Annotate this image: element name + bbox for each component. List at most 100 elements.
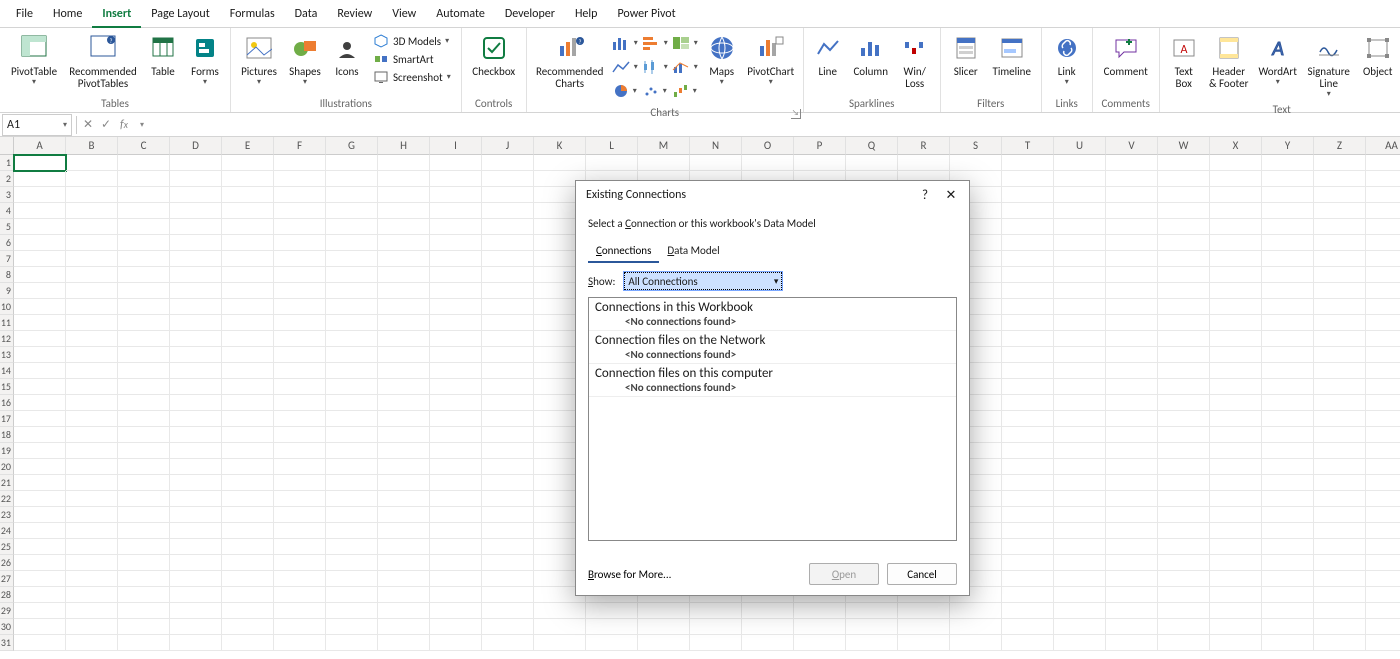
cell[interactable]: [742, 619, 794, 635]
cell[interactable]: [1262, 523, 1314, 539]
cell[interactable]: [1158, 619, 1210, 635]
cell[interactable]: [482, 299, 534, 315]
cell[interactable]: [66, 619, 118, 635]
cell[interactable]: [170, 155, 222, 171]
cell[interactable]: [1002, 619, 1054, 635]
cell[interactable]: [118, 299, 170, 315]
column-header[interactable]: E: [222, 137, 274, 155]
cell[interactable]: [1002, 347, 1054, 363]
cell[interactable]: [1262, 443, 1314, 459]
cell[interactable]: [66, 491, 118, 507]
row-header[interactable]: 19: [0, 443, 14, 459]
cell[interactable]: [690, 155, 742, 171]
waterfall-chart-button[interactable]: ▾: [671, 80, 699, 102]
smartart-button[interactable]: SmartArt: [369, 50, 455, 68]
cell[interactable]: [118, 443, 170, 459]
cell[interactable]: [482, 187, 534, 203]
cell[interactable]: [170, 363, 222, 379]
cell[interactable]: [118, 155, 170, 171]
cell[interactable]: [950, 155, 1002, 171]
cell[interactable]: [430, 587, 482, 603]
forms-button[interactable]: Forms ▾: [184, 30, 226, 89]
cell[interactable]: [1002, 219, 1054, 235]
cell[interactable]: [222, 379, 274, 395]
column-chart-button[interactable]: ▾: [611, 32, 639, 54]
cell[interactable]: [222, 347, 274, 363]
cell[interactable]: [1314, 523, 1366, 539]
cell[interactable]: [378, 187, 430, 203]
cell[interactable]: [1210, 299, 1262, 315]
cell[interactable]: [1054, 619, 1106, 635]
cell[interactable]: [1106, 635, 1158, 651]
cell[interactable]: [482, 203, 534, 219]
cell[interactable]: [222, 523, 274, 539]
cell[interactable]: [1314, 155, 1366, 171]
cell[interactable]: [1158, 235, 1210, 251]
cell[interactable]: [430, 363, 482, 379]
cell[interactable]: [430, 379, 482, 395]
cell[interactable]: [274, 171, 326, 187]
cell[interactable]: [66, 187, 118, 203]
cell[interactable]: [378, 555, 430, 571]
ribbon-tab-formulas[interactable]: Formulas: [220, 0, 285, 28]
row-header[interactable]: 31: [0, 635, 14, 651]
cell[interactable]: [1262, 235, 1314, 251]
cell[interactable]: [170, 523, 222, 539]
cell[interactable]: [1106, 363, 1158, 379]
signature-line-button[interactable]: Signature Line ▾: [1302, 30, 1356, 101]
cell[interactable]: [1158, 203, 1210, 219]
cell[interactable]: [66, 395, 118, 411]
cell[interactable]: [66, 443, 118, 459]
cell[interactable]: [222, 555, 274, 571]
cell[interactable]: [742, 635, 794, 651]
cell[interactable]: [1002, 475, 1054, 491]
cell[interactable]: [1366, 507, 1400, 523]
cell[interactable]: [378, 315, 430, 331]
cell[interactable]: [326, 363, 378, 379]
cell[interactable]: [1054, 411, 1106, 427]
column-header[interactable]: W: [1158, 137, 1210, 155]
cell[interactable]: [1054, 395, 1106, 411]
cell[interactable]: [482, 251, 534, 267]
cell[interactable]: [1262, 555, 1314, 571]
cell[interactable]: [1366, 555, 1400, 571]
column-header[interactable]: D: [170, 137, 222, 155]
tab-data-model[interactable]: Data Model: [659, 240, 727, 263]
cell[interactable]: [1158, 299, 1210, 315]
cell[interactable]: [1106, 347, 1158, 363]
cell[interactable]: [14, 379, 66, 395]
cell[interactable]: [1314, 475, 1366, 491]
cell[interactable]: [1002, 283, 1054, 299]
cell[interactable]: [274, 267, 326, 283]
cell[interactable]: [14, 235, 66, 251]
cell[interactable]: [482, 219, 534, 235]
cell[interactable]: [1366, 523, 1400, 539]
cell[interactable]: [274, 155, 326, 171]
cell[interactable]: [378, 379, 430, 395]
object-button[interactable]: Object: [1356, 30, 1400, 80]
cell[interactable]: [898, 603, 950, 619]
cell[interactable]: [274, 459, 326, 475]
pictures-button[interactable]: Pictures ▾: [235, 30, 283, 89]
link-button[interactable]: Link ▾: [1046, 30, 1088, 89]
cell[interactable]: [14, 187, 66, 203]
cell[interactable]: [326, 267, 378, 283]
shapes-button[interactable]: Shapes ▾: [283, 30, 327, 89]
cell[interactable]: [378, 251, 430, 267]
cell[interactable]: [430, 411, 482, 427]
column-header[interactable]: P: [794, 137, 846, 155]
cell[interactable]: [1314, 459, 1366, 475]
column-header[interactable]: U: [1054, 137, 1106, 155]
column-header[interactable]: T: [1002, 137, 1054, 155]
cell[interactable]: [1314, 187, 1366, 203]
row-header[interactable]: 18: [0, 427, 14, 443]
cell[interactable]: [222, 187, 274, 203]
cell[interactable]: [1106, 235, 1158, 251]
cell[interactable]: [14, 587, 66, 603]
cell[interactable]: [1210, 571, 1262, 587]
cell[interactable]: [222, 155, 274, 171]
column-header[interactable]: H: [378, 137, 430, 155]
cell[interactable]: [378, 635, 430, 651]
ribbon-tab-data[interactable]: Data: [285, 0, 328, 28]
cell[interactable]: [482, 507, 534, 523]
